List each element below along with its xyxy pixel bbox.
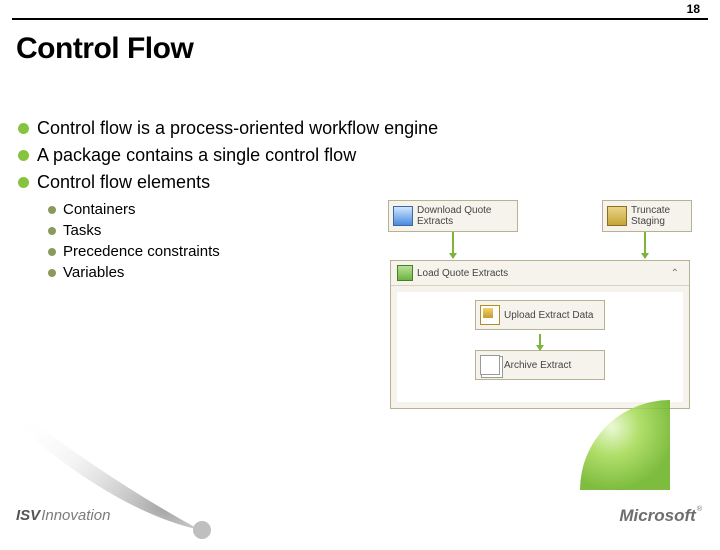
chevron-collapse-icon: ⌃	[671, 268, 683, 279]
diagram-task-download: Download Quote Extracts	[388, 200, 518, 232]
bullet-icon	[48, 248, 56, 256]
container-header: Load Quote Extracts ⌃	[391, 261, 689, 286]
page-number: 18	[687, 2, 700, 16]
bullet-icon	[48, 206, 56, 214]
registered-mark: ®	[697, 506, 702, 513]
bullet-icon	[18, 123, 29, 134]
diagram-box-label: Truncate Staging	[631, 205, 687, 227]
sub-bullet-text: Precedence constraints	[63, 243, 220, 260]
file-stack-icon	[480, 355, 500, 375]
sub-bullet-text: Variables	[63, 264, 124, 281]
isv-innovation-logo: ISV Innovation	[16, 507, 110, 524]
bullet-icon	[18, 150, 29, 161]
diagram-container: Load Quote Extracts ⌃ Upload Extract Dat…	[390, 260, 690, 409]
diagram-task-archive: Archive Extract	[475, 350, 605, 380]
control-flow-diagram: Download Quote Extracts Truncate Staging…	[378, 200, 698, 430]
diagram-task-truncate: Truncate Staging	[602, 200, 692, 232]
sub-bullet-item: Containers	[48, 201, 348, 218]
sub-bullet-item: Variables	[48, 264, 348, 281]
isv-text-light: Innovation	[41, 507, 110, 524]
sub-bullet-item: Precedence constraints	[48, 243, 348, 260]
precedence-arrow-icon	[452, 232, 454, 258]
dataflow-icon	[480, 305, 500, 325]
bullet-text: Control flow elements	[37, 172, 210, 193]
slide-title: Control Flow	[16, 32, 193, 66]
bullet-item: A package contains a single control flow	[18, 145, 702, 166]
bullet-icon	[48, 227, 56, 235]
container-title: Load Quote Extracts	[417, 268, 508, 279]
bullet-icon	[18, 177, 29, 188]
bullet-text: Control flow is a process-oriented workf…	[37, 118, 438, 139]
sub-bullet-item: Tasks	[48, 222, 348, 239]
bullet-icon	[48, 269, 56, 277]
isv-text-strong: ISV	[16, 507, 40, 524]
sub-bullet-text: Containers	[63, 201, 136, 218]
diagram-box-label: Download Quote Extracts	[417, 205, 513, 227]
top-divider	[12, 18, 708, 20]
diagram-task-upload: Upload Extract Data	[475, 300, 605, 330]
microsoft-text: Microsoft	[619, 506, 696, 526]
bullet-text: A package contains a single control flow	[37, 145, 356, 166]
microsoft-logo: Microsoft ®	[619, 506, 702, 526]
bullet-item: Control flow elements	[18, 172, 702, 193]
sql-icon	[607, 206, 627, 226]
main-bullet-list: Control flow is a process-oriented workf…	[18, 118, 702, 193]
ftp-icon	[393, 206, 413, 226]
diagram-box-label: Archive Extract	[504, 360, 571, 371]
container-icon	[397, 265, 413, 281]
bullet-item: Control flow is a process-oriented workf…	[18, 118, 702, 139]
precedence-arrow-icon	[539, 334, 541, 350]
container-body: Upload Extract Data Archive Extract	[397, 292, 683, 402]
diagram-box-label: Upload Extract Data	[504, 310, 594, 321]
precedence-arrow-icon	[644, 232, 646, 258]
sub-bullet-text: Tasks	[63, 222, 101, 239]
sub-bullet-list: Containers Tasks Precedence constraints …	[48, 201, 348, 285]
